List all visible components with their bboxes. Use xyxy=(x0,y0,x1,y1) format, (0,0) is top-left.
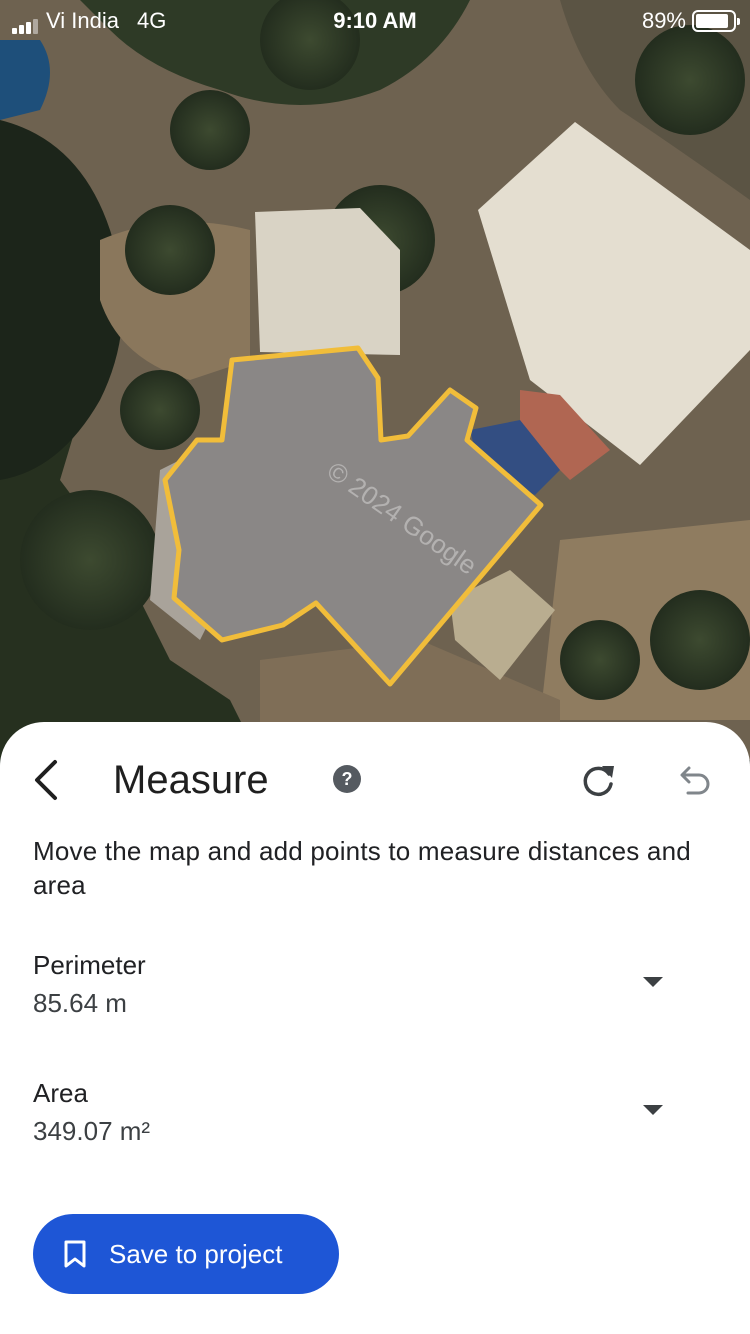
battery-percent: 89% xyxy=(641,8,686,33)
measure-instructions: Move the map and add points to measure d… xyxy=(33,836,691,900)
redo-button[interactable] xyxy=(578,760,618,800)
area-value: 349.07 m² xyxy=(33,1116,151,1146)
status-right: 89% xyxy=(641,8,740,34)
chevron-left-icon xyxy=(35,760,57,800)
measure-sheet: Measure ? Move the map and add points to… xyxy=(0,722,750,1334)
status-bar: Vi India 4G 9:10 AM 89% xyxy=(0,0,750,40)
caret-down-icon[interactable] xyxy=(641,970,665,994)
page-title: Measure xyxy=(113,758,269,802)
perimeter-row[interactable]: Perimeter 85.64 m xyxy=(33,948,693,1020)
battery-icon xyxy=(692,10,740,32)
area-label: Area xyxy=(33,1078,88,1108)
perimeter-value: 85.64 m xyxy=(33,988,127,1018)
map-imagery: © 2024 Google xyxy=(0,0,750,760)
status-time: 9:10 AM xyxy=(333,8,417,33)
help-button[interactable]: ? xyxy=(332,764,362,794)
caret-down-icon[interactable] xyxy=(641,1098,665,1122)
perimeter-label: Perimeter xyxy=(33,950,146,980)
undo-button[interactable] xyxy=(674,760,714,800)
undo-icon xyxy=(680,766,710,795)
bookmark-icon xyxy=(64,1240,86,1268)
svg-text:?: ? xyxy=(342,769,353,789)
save-button-label: Save to project xyxy=(109,1238,283,1269)
satellite-map[interactable]: © 2024 Google xyxy=(0,0,750,760)
back-button[interactable] xyxy=(26,752,66,808)
help-circle-icon: ? xyxy=(333,765,361,793)
save-to-project-button[interactable]: Save to project xyxy=(33,1214,339,1294)
redo-icon xyxy=(583,766,614,797)
area-row[interactable]: Area 349.07 m² xyxy=(33,1076,693,1148)
